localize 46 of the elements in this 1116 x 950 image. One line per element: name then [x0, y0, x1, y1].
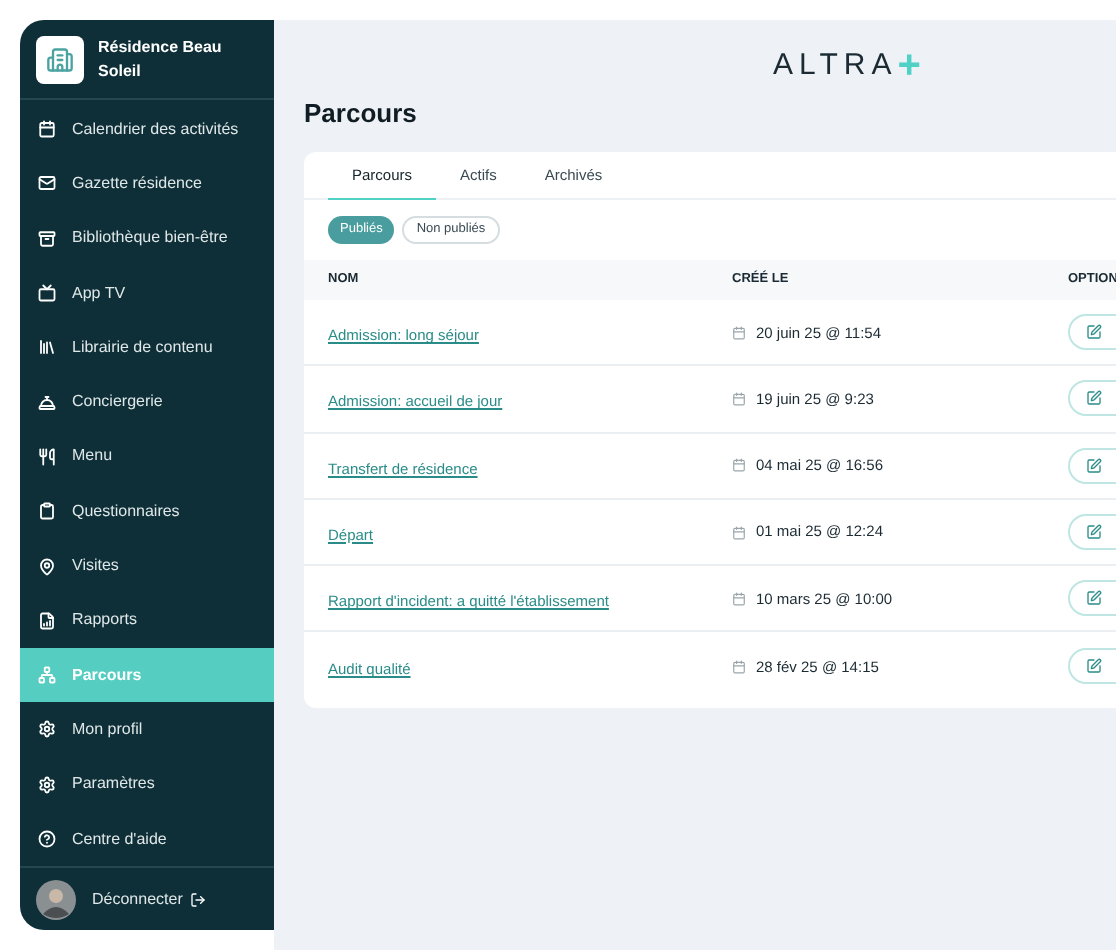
- residence-name: Résidence Beau Soleil: [98, 35, 224, 83]
- settings-icon: [38, 720, 56, 739]
- sidebar-item[interactable]: Conciergerie: [20, 374, 274, 430]
- sidebar-item[interactable]: App TV: [20, 265, 274, 321]
- edit-icon: [1086, 590, 1102, 607]
- settings-icon: [38, 775, 56, 794]
- edit-icon: [1086, 658, 1102, 675]
- report-icon: [38, 611, 56, 630]
- edit-icon: [1086, 390, 1102, 407]
- utensils-icon: [38, 447, 56, 466]
- sidebar-item[interactable]: Visites: [20, 538, 274, 594]
- sidebar-item[interactable]: Centre d'aide: [20, 811, 274, 867]
- altra-logo: ALTRA+: [773, 43, 927, 88]
- residence-logo-icon: [36, 35, 84, 83]
- sidebar-item[interactable]: Bibliothèque bien-être: [20, 211, 274, 266]
- sidebar-item[interactable]: Rapports: [20, 593, 274, 648]
- logout-button[interactable]: Déconnecter: [92, 887, 207, 912]
- tv-icon: [38, 284, 56, 303]
- calendar-icon: [38, 120, 56, 139]
- sidebar-item[interactable]: Librairie de contenu: [20, 320, 274, 375]
- calendar-icon: [732, 659, 746, 674]
- sidebar-item[interactable]: Gazette résidence: [20, 156, 274, 212]
- calendar-icon: [732, 591, 746, 606]
- calendar-icon: [732, 458, 746, 473]
- page-title: Parcours: [304, 96, 419, 132]
- pin-icon: [38, 557, 56, 576]
- clipboard-icon: [38, 502, 56, 521]
- help-icon: [38, 830, 56, 848]
- calendar-icon: [732, 525, 746, 540]
- sidebar-item[interactable]: Paramètres: [20, 757, 274, 812]
- sidebar-item[interactable]: Mon profil: [20, 702, 274, 758]
- sitemap-icon: [38, 666, 56, 685]
- edit-icon: [1086, 524, 1102, 541]
- sidebar-item[interactable]: Calendrier des activités: [20, 102, 274, 157]
- sidebar-item[interactable]: Questionnaires: [20, 484, 274, 539]
- avatar-icon: [36, 879, 76, 920]
- book-stack-icon: [38, 338, 56, 357]
- edit-icon: [1086, 457, 1102, 474]
- archive-icon: [38, 229, 56, 248]
- calendar-icon: [732, 325, 746, 340]
- bell-icon: [38, 393, 56, 412]
- calendar-icon: [732, 391, 746, 406]
- sidebar-item[interactable]: Menu: [20, 429, 274, 485]
- logout-icon: [190, 891, 207, 908]
- mail-icon: [38, 174, 56, 193]
- edit-icon: [1086, 324, 1102, 341]
